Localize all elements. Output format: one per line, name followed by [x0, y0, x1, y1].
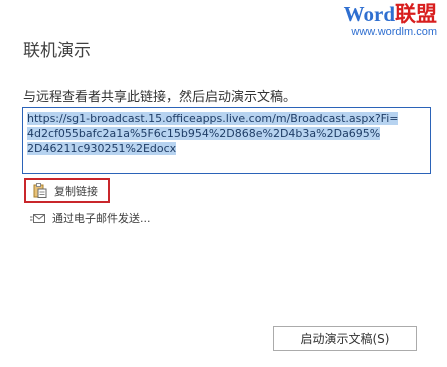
share-link-line: https://sg1-broadcast.15.officeapps.live…	[27, 112, 399, 125]
share-link-field[interactable]: https://sg1-broadcast.15.officeapps.live…	[22, 107, 431, 174]
send-email-button[interactable]: 通过电子邮件发送...	[30, 210, 151, 226]
start-presentation-button[interactable]: 启动演示文稿(S)	[273, 326, 417, 351]
share-link-line: 2D46211c930251%2Edocx	[27, 142, 177, 155]
watermark: Word联盟 www.wordlm.com	[327, 2, 437, 39]
share-description: 与远程查看者共享此链接，然后启动演示文稿。	[23, 90, 297, 105]
watermark-cn: 联盟	[395, 2, 437, 26]
email-icon	[30, 210, 46, 226]
watermark-logo: Word联盟	[327, 2, 437, 26]
send-email-label: 通过电子邮件发送...	[52, 212, 151, 225]
watermark-word: Word	[343, 2, 395, 26]
copy-link-button[interactable]: 复制链接	[24, 178, 110, 203]
copy-link-label: 复制链接	[54, 184, 98, 198]
clipboard-icon	[32, 183, 48, 199]
dialog-title: 联机演示	[23, 41, 91, 61]
watermark-url: www.wordlm.com	[351, 26, 437, 38]
share-link-line: 4d2cf055bafc2a1a%5F6c15b954%2D868e%2D4b3…	[27, 127, 381, 140]
